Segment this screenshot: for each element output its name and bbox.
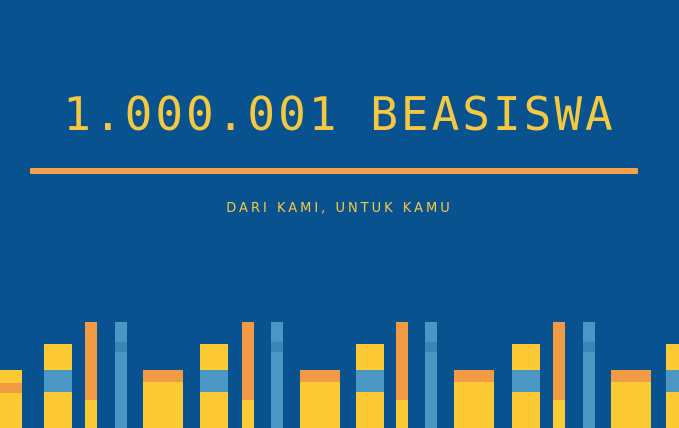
- book-band: [143, 370, 183, 382]
- book-band: [85, 400, 97, 428]
- book: [271, 322, 283, 428]
- book-band: [200, 370, 228, 392]
- book-band: [300, 370, 340, 382]
- banner-title: 1.000.001 BEASISWA: [63, 87, 616, 141]
- book-band: [611, 370, 651, 382]
- book-band: [242, 400, 254, 428]
- book-band: [0, 383, 22, 393]
- book-band: [553, 400, 565, 428]
- book-band: [396, 400, 408, 428]
- divider-line: [30, 168, 638, 174]
- book-band: [356, 370, 384, 392]
- book: [115, 322, 127, 428]
- book-band: [454, 370, 494, 382]
- book-band: [512, 370, 540, 392]
- book: [583, 322, 595, 428]
- book-band: [115, 342, 127, 352]
- banner-subtitle: DARI KAMI, UNTUK KAMU: [226, 201, 453, 216]
- book-band: [666, 370, 679, 392]
- book: [425, 322, 437, 428]
- book-band: [44, 370, 72, 392]
- book-band: [271, 342, 283, 352]
- book-band: [425, 342, 437, 352]
- book-band: [583, 342, 595, 352]
- book: [0, 370, 22, 428]
- bookshelf-illustration: [0, 322, 679, 428]
